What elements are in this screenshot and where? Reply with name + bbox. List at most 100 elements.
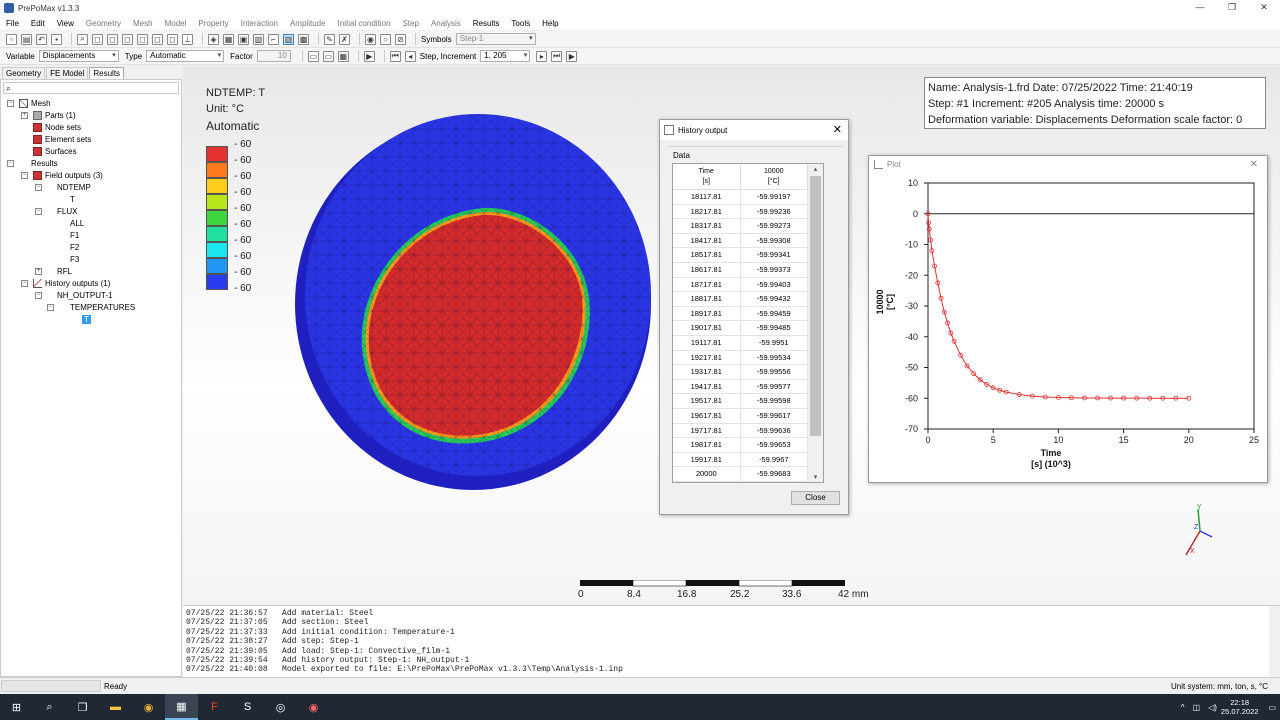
tree-item-flux-f1[interactable]: F1 — [70, 230, 79, 241]
table-row[interactable]: 18717.81 -59.99403 — [673, 277, 808, 293]
import-icon[interactable]: ↶ — [36, 33, 47, 45]
view-bottom-icon[interactable]: ◻ — [137, 33, 148, 45]
expand-icon[interactable]: + — [21, 112, 28, 119]
undeformed-icon[interactable]: ▭ — [307, 50, 319, 62]
hide-other-icon[interactable]: ⊘ — [395, 33, 406, 45]
column-header-time[interactable]: Time [s] — [673, 164, 741, 189]
step-increment-dropdown[interactable]: 1, 205 ▾ — [480, 50, 531, 62]
file-explorer-icon[interactable]: ▬ — [99, 694, 132, 720]
table-row[interactable]: 18117.81 -59.99197 — [673, 190, 808, 205]
edges-icon[interactable]: ▧ — [253, 33, 264, 45]
view-normal-icon[interactable]: ⊥ — [182, 33, 193, 45]
element-edges-icon[interactable]: ▩ — [298, 33, 309, 45]
next-increment-icon[interactable]: ▸ — [536, 50, 548, 62]
history-plot-chart[interactable]: 0 5 10 15 20 25 10 0 -10 -20 -30 -40 -50 -60 -70 Time[s… — [869, 174, 1267, 482]
show-icon[interactable]: ◉ — [365, 33, 376, 45]
table-row[interactable]: 19817.81 -59.99653 — [673, 438, 808, 453]
close-icon[interactable]: ✕ — [833, 123, 842, 136]
tree-item-surfaces[interactable]: Surfaces — [33, 146, 77, 157]
color-contours-icon[interactable]: ▦ — [337, 50, 349, 62]
menu-results[interactable]: Results — [473, 19, 500, 28]
tree-item-mesh[interactable]: Mesh — [19, 98, 51, 109]
hide-icon[interactable]: ○ — [380, 33, 391, 45]
tree-item-temperatures[interactable]: TEMPERATURES — [70, 302, 135, 313]
table-row[interactable]: 18817.81 -59.99432 — [673, 292, 808, 307]
menu-amplitude[interactable]: Amplitude — [290, 19, 326, 28]
new-file-icon[interactable]: ▫ — [6, 33, 17, 45]
close-button[interactable]: Close — [791, 491, 840, 505]
view-top-icon[interactable]: ◻ — [122, 33, 133, 45]
table-row[interactable]: 19317.81 -59.99556 — [673, 365, 808, 380]
menu-file[interactable]: File — [6, 19, 19, 28]
animate-icon[interactable]: ▶ — [363, 50, 375, 62]
table-row[interactable]: 20000 -59.99683 — [673, 467, 808, 482]
chrome-icon[interactable]: ◉ — [132, 694, 165, 720]
tree-item-flux[interactable]: FLUX — [57, 206, 77, 217]
notifications-icon[interactable]: ▭ — [1268, 703, 1276, 712]
scroll-down-icon[interactable]: ▾ — [808, 473, 823, 481]
network-icon[interactable]: ◫ — [1193, 703, 1201, 712]
tab-fe-model[interactable]: FE Model — [46, 67, 89, 79]
recorder-icon[interactable]: ◉ — [297, 694, 330, 720]
tree-item-field-outputs[interactable]: Field outputs (3) — [33, 170, 103, 181]
menu-model[interactable]: Model — [165, 19, 187, 28]
table-row[interactable]: 18917.81 -59.99459 — [673, 306, 808, 322]
table-row[interactable]: 18417.81 -59.99308 — [673, 233, 808, 249]
menu-initial-condition[interactable]: Initial condition — [338, 19, 391, 28]
tree-item-ndtemp-t[interactable]: T — [70, 194, 75, 205]
close-icon[interactable]: ✕ — [1250, 159, 1258, 170]
symbols-dropdown[interactable]: Step-1 ▾ — [455, 33, 536, 45]
task-view-icon[interactable]: ❐ — [66, 694, 99, 720]
menu-step[interactable]: Step — [402, 19, 418, 28]
table-row[interactable]: 19917.81 -59.9967 — [673, 452, 808, 468]
view-front-icon[interactable]: ◻ — [92, 33, 103, 45]
previous-increment-icon[interactable]: ◂ — [404, 50, 416, 62]
tree-item-rfl[interactable]: RFL — [57, 266, 72, 277]
deformed-icon[interactable]: ▭ — [322, 50, 334, 62]
minimize-button[interactable]: — — [1184, 0, 1216, 14]
scroll-up-icon[interactable]: ▴ — [808, 165, 823, 173]
tree-item-ndtemp[interactable]: NDTEMP — [57, 182, 91, 193]
close-window-button[interactable]: ✕ — [1248, 0, 1280, 14]
type-dropdown[interactable]: Automatic ▾ — [146, 50, 225, 62]
table-row[interactable]: 18217.81 -59.99236 — [673, 204, 808, 220]
menu-edit[interactable]: Edit — [31, 19, 45, 28]
volume-icon[interactable]: ◁) — [1208, 703, 1217, 712]
collapse-icon[interactable]: − — [21, 172, 28, 179]
tree-item-results[interactable]: Results — [31, 158, 58, 169]
table-row[interactable]: 19217.81 -59.99534 — [673, 350, 808, 366]
history-data-grid[interactable]: Time [s] 10000 [°C] 18117.81 -59.99197 18217… — [672, 163, 824, 483]
menu-property[interactable]: Property — [198, 19, 228, 28]
menu-tools[interactable]: Tools — [511, 19, 530, 28]
collapse-icon[interactable]: − — [7, 160, 14, 167]
tree-item-flux-f3[interactable]: F3 — [70, 254, 79, 265]
output-console[interactable]: 07/25/22 21:36:57 Add material: Steel 07… — [183, 605, 1280, 678]
search-icon[interactable]: ⌕ — [33, 694, 66, 720]
table-row[interactable]: 19717.81 -59.99636 — [673, 423, 808, 439]
menu-interaction[interactable]: Interaction — [241, 19, 278, 28]
restore-button[interactable]: ❐ — [1216, 0, 1248, 14]
tree-search-input[interactable]: ⌕ — [3, 82, 179, 94]
windows-start-icon[interactable]: ⊞ — [0, 694, 33, 720]
wireframe-icon[interactable]: ▦ — [223, 33, 234, 45]
table-row[interactable]: 18617.81 -59.99373 — [673, 263, 808, 278]
menu-view[interactable]: View — [57, 19, 74, 28]
view-left-icon[interactable]: ◻ — [152, 33, 163, 45]
view-iso-icon[interactable]: ◈ — [208, 33, 219, 45]
collapse-icon[interactable]: − — [35, 184, 42, 191]
tree-item-element-sets[interactable]: Element sets — [33, 134, 91, 145]
grid-scrollbar[interactable]: ▴ ▾ — [808, 164, 823, 482]
collapse-icon[interactable]: − — [35, 208, 42, 215]
variable-dropdown[interactable]: Displacements ▾ — [38, 50, 119, 62]
query-icon[interactable]: ✎ — [324, 33, 335, 45]
last-increment-icon[interactable]: ⏭ — [551, 50, 563, 62]
section-icon[interactable]: ⌐ — [268, 33, 279, 45]
view-right-icon[interactable]: ◻ — [167, 33, 178, 45]
console-scrollbar[interactable] — [1269, 606, 1280, 678]
tree-item-flux-all[interactable]: ALL — [70, 218, 84, 229]
zoom-icon[interactable]: ⌕ — [77, 33, 88, 45]
collapse-icon[interactable]: − — [47, 304, 54, 311]
foxit-icon[interactable]: F — [198, 694, 231, 720]
tray-chevron-icon[interactable]: ^ — [1181, 703, 1185, 712]
menu-geometry[interactable]: Geometry — [86, 19, 121, 28]
